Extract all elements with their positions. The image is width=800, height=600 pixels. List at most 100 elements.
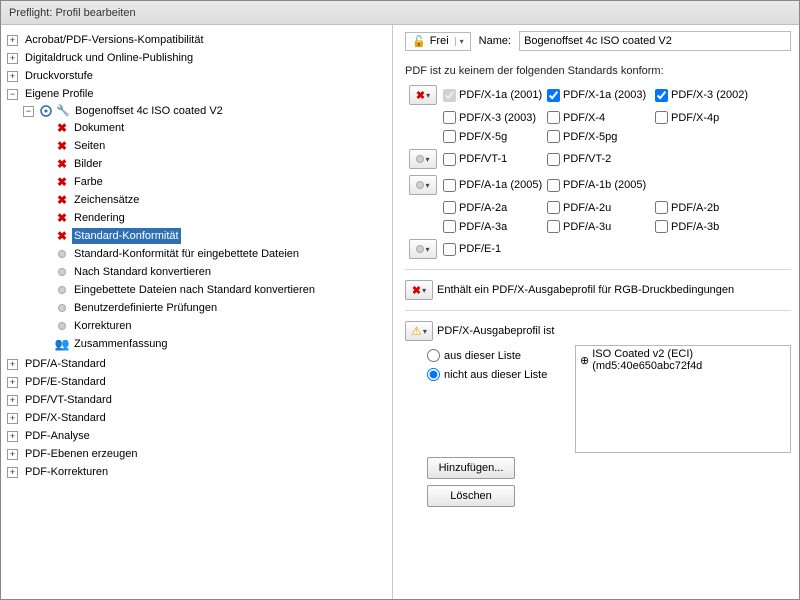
chk-a2a[interactable]: PDF/A-2a xyxy=(443,201,547,214)
tree-panel: +Acrobat/PDF-Versions-Kompatibilität +Di… xyxy=(1,25,393,599)
collapse-icon[interactable]: − xyxy=(23,106,34,117)
chk-x32002[interactable]: PDF/X-3 (2002) xyxy=(655,89,763,102)
tree-node-prepress[interactable]: +Druckvorstufe xyxy=(7,68,388,84)
tree-node-pdfe[interactable]: +PDF/E-Standard xyxy=(7,374,388,390)
error-icon: ✖ xyxy=(55,121,69,135)
tree-node-analysis[interactable]: +PDF-Analyse xyxy=(7,428,388,444)
chk-a3u[interactable]: PDF/A-3u xyxy=(547,220,655,233)
name-label: Name: xyxy=(479,35,511,47)
tree-item-farbe[interactable]: ✖Farbe xyxy=(39,174,388,190)
error-icon: ✖ xyxy=(55,211,69,225)
error-icon: ✖ xyxy=(412,284,421,297)
window-title: Preflight: Profil bearbeiten xyxy=(9,7,136,19)
chk-x5pg[interactable]: PDF/X-5pg xyxy=(547,130,655,143)
severity-dropdown[interactable]: ⚠▾ xyxy=(405,321,433,341)
expand-icon[interactable]: + xyxy=(7,431,18,442)
window-body: +Acrobat/PDF-Versions-Kompatibilität +Di… xyxy=(1,25,799,599)
tree-item-seiten[interactable]: ✖Seiten xyxy=(39,138,388,154)
tree-node-pdfvt[interactable]: +PDF/VT-Standard xyxy=(7,392,388,408)
standards-grid: ✖▾ PDF/X-1a (2001) PDF/X-1a (2003) PDF/X… xyxy=(409,85,791,259)
tree-node-layers[interactable]: +PDF-Ebenen erzeugen xyxy=(7,446,388,462)
tree-item-rendering[interactable]: ✖Rendering xyxy=(39,210,388,226)
warning-icon: ⚠ xyxy=(411,324,422,338)
tree-node-pdfx[interactable]: +PDF/X-Standard xyxy=(7,410,388,426)
expand-icon[interactable]: + xyxy=(7,35,18,46)
chevron-down-icon: ▾ xyxy=(425,245,429,254)
chk-x5g[interactable]: PDF/X-5g xyxy=(443,130,547,143)
severity-dropdown[interactable]: ✖▾ xyxy=(409,85,437,105)
tree-item-zeichensaetze[interactable]: ✖Zeichensätze xyxy=(39,192,388,208)
chk-vt2[interactable]: PDF/VT-2 xyxy=(547,153,655,166)
lock-dropdown[interactable]: 🔓 Frei ▾ xyxy=(405,32,471,51)
tree-item-bilder[interactable]: ✖Bilder xyxy=(39,156,388,172)
collapse-icon[interactable]: − xyxy=(7,89,18,100)
chk-x4[interactable]: PDF/X-4 xyxy=(547,111,655,124)
severity-dropdown[interactable]: ▾ xyxy=(409,239,437,259)
profile-icon xyxy=(39,104,53,118)
inactive-icon xyxy=(55,319,69,333)
output-profile-listbox[interactable]: ⊕ ISO Coated v2 (ECI) (md5:40e650abc72f4… xyxy=(575,345,791,453)
expand-icon[interactable]: + xyxy=(7,395,18,406)
tree-node-own-profiles[interactable]: −Eigene Profile xyxy=(7,86,388,102)
tree-node-corrections[interactable]: +PDF-Korrekturen xyxy=(7,464,388,480)
chk-a2u[interactable]: PDF/A-2u xyxy=(547,201,655,214)
chevron-down-icon: ▾ xyxy=(422,286,426,295)
lock-state-label: Frei xyxy=(430,35,449,47)
expand-icon[interactable]: + xyxy=(7,53,18,64)
chevron-down-icon: ▾ xyxy=(455,37,464,46)
chk-a3b[interactable]: PDF/A-3b xyxy=(655,220,763,233)
tree-item-korrekturen[interactable]: Korrekturen xyxy=(39,318,388,334)
tree-node-pdfa[interactable]: +PDF/A-Standard xyxy=(7,356,388,372)
error-icon: ✖ xyxy=(55,139,69,153)
chk-x1a2001[interactable]: PDF/X-1a (2001) xyxy=(443,89,547,102)
titlebar: Preflight: Profil bearbeiten xyxy=(1,1,799,25)
chk-x4p[interactable]: PDF/X-4p xyxy=(655,111,763,124)
tree-item-custom-checks[interactable]: Benutzerdefinierte Prüfungen xyxy=(39,300,388,316)
chevron-down-icon: ▾ xyxy=(426,91,430,100)
tree-node-profile[interactable]: − 🔧 Bogenoffset 4c ISO coated V2 xyxy=(23,103,388,119)
expand-icon[interactable]: + xyxy=(7,71,18,82)
wrench-icon: 🔧 xyxy=(56,104,70,118)
chk-a3a[interactable]: PDF/A-3a xyxy=(443,220,547,233)
expand-icon[interactable]: + xyxy=(7,413,18,424)
chk-a2b[interactable]: PDF/A-2b xyxy=(655,201,763,214)
expand-icon[interactable]: + xyxy=(7,449,18,460)
chk-x1a2003[interactable]: PDF/X-1a (2003) xyxy=(547,89,655,102)
tree-item-dokument[interactable]: ✖Dokument xyxy=(39,120,388,136)
add-button[interactable]: Hinzufügen... xyxy=(427,457,515,479)
expand-icon[interactable]: + xyxy=(7,467,18,478)
tree-item-summary[interactable]: 👥Zusammenfassung xyxy=(39,336,388,352)
tree-node-compat[interactable]: +Acrobat/PDF-Versions-Kompatibilität xyxy=(7,32,388,48)
summary-icon: 👥 xyxy=(55,337,69,351)
chk-x32003[interactable]: PDF/X-3 (2003) xyxy=(443,111,547,124)
severity-dropdown[interactable]: ▾ xyxy=(409,149,437,169)
inactive-icon xyxy=(55,301,69,315)
chk-e1[interactable]: PDF/E-1 xyxy=(443,243,547,256)
tree-item-standard-embedded[interactable]: Standard-Konformität für eingebettete Da… xyxy=(39,246,388,262)
error-icon: ✖ xyxy=(416,89,425,102)
tree-item-convert-embedded[interactable]: Eingebettete Dateien nach Standard konve… xyxy=(39,282,388,298)
chk-a1b[interactable]: PDF/A-1b (2005) xyxy=(547,179,655,192)
list-item[interactable]: ⊕ ISO Coated v2 (ECI) (md5:40e650abc72f4… xyxy=(576,346,790,374)
chk-a1a[interactable]: PDF/A-1a (2005) xyxy=(443,179,547,192)
error-icon: ✖ xyxy=(55,157,69,171)
error-icon: ✖ xyxy=(55,229,69,243)
expand-icon[interactable]: + xyxy=(7,359,18,370)
chevron-down-icon: ▾ xyxy=(425,181,429,190)
delete-button[interactable]: Löschen xyxy=(427,485,515,507)
profile-name-input[interactable] xyxy=(519,31,791,51)
unlock-icon: 🔓 xyxy=(412,35,426,48)
expand-icon[interactable]: + xyxy=(7,377,18,388)
standards-header: PDF ist zu keinem der folgenden Standard… xyxy=(405,65,791,77)
severity-dropdown[interactable]: ✖▾ xyxy=(405,280,433,300)
inactive-icon xyxy=(55,283,69,297)
tree-item-standard-konformitaet[interactable]: ✖Standard-Konformität xyxy=(39,228,388,244)
inactive-icon xyxy=(416,155,424,163)
error-icon: ✖ xyxy=(55,193,69,207)
inactive-icon xyxy=(416,245,424,253)
severity-dropdown[interactable]: ▾ xyxy=(409,175,437,195)
chk-vt1[interactable]: PDF/VT-1 xyxy=(443,153,547,166)
chevron-down-icon: ▾ xyxy=(425,155,429,164)
tree-item-convert-standard[interactable]: Nach Standard konvertieren xyxy=(39,264,388,280)
tree-node-digitalprint[interactable]: +Digitaldruck und Online-Publishing xyxy=(7,50,388,66)
